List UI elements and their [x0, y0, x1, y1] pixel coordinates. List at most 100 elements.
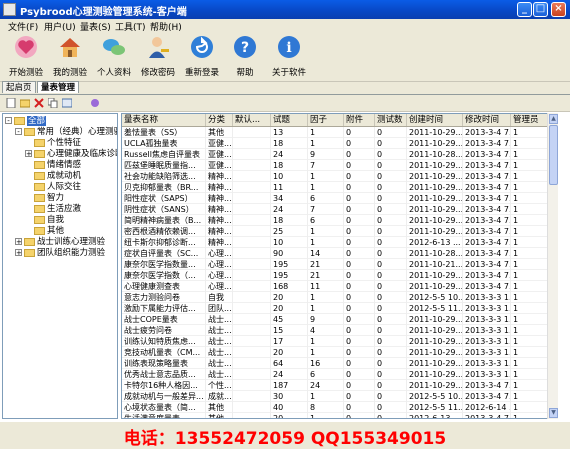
- minimize-button[interactable]: _: [517, 2, 532, 17]
- table-row[interactable]: Russell焦虑自评量表 亚健... 24 9 0 0 2011-10-28... 2013…: [122, 149, 557, 160]
- table-row[interactable]: 心境状态量表（简... 其他 40 8 0 0 2012-5-5 11... 2012-6-1…: [122, 402, 557, 413]
- tab-start-page[interactable]: 起启页: [2, 81, 36, 93]
- tree-node-stress[interactable]: 生活应激: [34, 204, 81, 215]
- column-header[interactable]: 因子: [308, 114, 344, 126]
- folder-icon: [24, 237, 35, 246]
- tree-node-soldier[interactable]: + 战士训练心理测验: [15, 237, 105, 248]
- table-row[interactable]: 简明精神病量表（B... 精神... 18 6 0 0 2011-10-29... 2013-…: [122, 215, 557, 226]
- table-cell: 2013-3-4 7...: [465, 281, 511, 292]
- tree-node-interpersonal[interactable]: 人际交往: [34, 182, 81, 193]
- column-header[interactable]: 试题: [271, 114, 308, 126]
- table-cell: 2011-10-28...: [409, 149, 463, 160]
- table-row[interactable]: 卡特尔16种人格因... 个性... 187 24 0 0 2011-10-29... 201…: [122, 380, 557, 391]
- table-cell: 34: [271, 193, 308, 204]
- table-row[interactable]: 意志力测验问卷自我201002012-5-5 10...2013-3-3 1..…: [122, 292, 557, 303]
- table-cell: 18: [271, 160, 308, 171]
- table-cell: 2011-10-21...: [409, 259, 463, 270]
- table-cell: 亚健...: [208, 138, 233, 149]
- table-row[interactable]: 密西根酒精依赖调... 精神... 25 1 0 0 2011-10-29... 2013-3…: [122, 226, 557, 237]
- table-row[interactable]: 纽卡斯尔抑郁诊断... 精神... 10 1 0 0 2012-6-13 ... 2013-3…: [122, 237, 557, 248]
- scroll-up-icon[interactable]: ▲: [549, 114, 558, 124]
- table-cell: 0: [375, 402, 407, 413]
- table-cell: 9: [308, 314, 344, 325]
- delete-icon[interactable]: [34, 98, 44, 108]
- table-row[interactable]: 匹兹堡睡眠质量指... 亚健... 18 7 0 0 2011-10-29... 2013-3…: [122, 160, 557, 171]
- tree-node-all[interactable]: - 全部: [5, 116, 47, 127]
- table-row[interactable]: 康奈尔医学指数（... 心理... 195 21 0 0 2011-10-29... 2013…: [122, 270, 557, 281]
- table-cell: 2011-10-29...: [409, 204, 463, 215]
- expand-icon[interactable]: +: [25, 150, 32, 158]
- new-icon[interactable]: [6, 98, 16, 108]
- table-cell: [233, 281, 271, 292]
- table-row[interactable]: 训练表现策略量表 战士... 64 16 0 0 2011-10-29... 2013-3-3…: [122, 358, 557, 369]
- table-cell: 心理...: [208, 281, 233, 292]
- table-row[interactable]: 训练认知特质焦虑... 战士... 17 1 0 0 2011-10-29... 2013-3…: [122, 336, 557, 347]
- table-row[interactable]: 症状自评量表（SC... 心理... 90 14 0 0 2011-10-28... 2013…: [122, 248, 557, 259]
- tree-node-personality[interactable]: 个性特征: [34, 138, 81, 149]
- close-button[interactable]: ×: [551, 2, 566, 17]
- list-icon[interactable]: [62, 98, 72, 108]
- menu-scale[interactable]: 量表(S): [80, 20, 111, 33]
- table-cell: 2013-3-4 7...: [465, 391, 511, 402]
- tab-strip: 起启页 量表管理: [0, 81, 570, 94]
- menu-user[interactable]: 用户(U): [44, 20, 76, 33]
- table-row[interactable]: 战士COPE量表 战士... 45 9 0 0 2011-10-29... 2013-3-3 …: [122, 314, 557, 325]
- about-button[interactable]: i 关于软件: [265, 35, 313, 79]
- table-cell: 战士COPE量表: [122, 314, 206, 325]
- settings-icon[interactable]: [90, 98, 100, 108]
- collapse-icon[interactable]: -: [15, 128, 22, 136]
- column-header[interactable]: 附件: [344, 114, 375, 126]
- table-row[interactable]: 阳性症状（SAPS） 精神... 34 6 0 0 2011-10-29... 2013-3-…: [122, 193, 557, 204]
- tab-scale-management[interactable]: 量表管理: [37, 81, 79, 93]
- table-row[interactable]: UCLA孤独量表 亚健... 18 1 0 0 2011-10-29... 2013-3-4 …: [122, 138, 557, 149]
- expand-icon[interactable]: +: [15, 238, 22, 246]
- about-label: 关于软件: [271, 68, 306, 78]
- column-header[interactable]: 分类: [206, 114, 233, 126]
- table-row[interactable]: 竞技动机量表（CM... 战士... 20 1 0 0 2011-10-29... 2013-…: [122, 347, 557, 358]
- column-header[interactable]: 测试数: [375, 114, 407, 126]
- table-cell: 精神...: [208, 193, 233, 204]
- column-header[interactable]: 管理员: [511, 114, 548, 126]
- collapse-icon[interactable]: -: [5, 117, 12, 125]
- tree-node-intelligence[interactable]: 智力: [34, 193, 64, 204]
- table-row[interactable]: 生活满意度量表其他201002012-6-13 ...2013-3-4 7...…: [122, 413, 557, 418]
- table-row[interactable]: 心理健康测查表 心理... 168 11 0 0 2011-10-29... 2013-3-4…: [122, 281, 557, 292]
- table-cell: [233, 127, 271, 138]
- folder-icon: [34, 138, 45, 147]
- menu-help[interactable]: 帮助(H): [150, 20, 182, 33]
- expand-icon[interactable]: +: [15, 249, 22, 257]
- table-cell: 2013-3-3 1...: [465, 325, 511, 336]
- table-row[interactable]: 社会功能缺陷筛选... 精神... 10 1 0 0 2011-10-29... 2013-3…: [122, 171, 557, 182]
- folder-icon: [34, 149, 45, 158]
- table-row[interactable]: 激励下属能力评估... 团队... 20 1 0 0 2012-5-5 11... 2013-…: [122, 303, 557, 314]
- table-cell: 1: [308, 347, 344, 358]
- table-row[interactable]: 战士疲劳问卷 战士... 15 4 0 0 2011-10-29... 2013-3-3 1.…: [122, 325, 557, 336]
- vertical-scrollbar[interactable]: ▲ ▼: [547, 113, 558, 419]
- tree-node-emotion[interactable]: 情绪情感: [34, 160, 81, 171]
- menu-tools[interactable]: 工具(T): [115, 20, 146, 33]
- column-header[interactable]: 修改时间: [463, 114, 511, 126]
- table-row[interactable]: 羞怯量表（SS）其他131002011-10-29...2013-3-4 7..…: [122, 127, 557, 138]
- copy-icon[interactable]: [48, 98, 58, 108]
- tree-node-mental-health[interactable]: + 心理健康及临床诊断: [25, 149, 117, 160]
- tree-node-other[interactable]: 其他: [34, 226, 64, 237]
- tree-node-team[interactable]: + 团队组织能力测验: [15, 248, 105, 259]
- edit-icon[interactable]: [20, 98, 30, 108]
- table-row[interactable]: 贝克抑郁量表（BR... 精神... 11 1 0 0 2011-10-29... 2013-…: [122, 182, 557, 193]
- column-header[interactable]: 创建时间: [407, 114, 463, 126]
- column-header[interactable]: 量表名称: [122, 114, 206, 126]
- tree-node-classic[interactable]: - 常用（经典）心理测验: [15, 127, 117, 138]
- table-row[interactable]: 康奈尔医学指数量... 心理... 195 21 0 0 2011-10-21... 2013…: [122, 259, 557, 270]
- scroll-thumb[interactable]: [549, 125, 558, 185]
- menu-file[interactable]: 文件(F): [8, 20, 38, 33]
- scroll-down-icon[interactable]: ▼: [549, 408, 558, 418]
- tree-node-self[interactable]: 自我: [34, 215, 64, 226]
- table-row[interactable]: 阴性症状（SANS） 精神... 24 7 0 0 2011-10-29... 2013-3-…: [122, 204, 557, 215]
- column-header[interactable]: 默认...: [233, 114, 271, 126]
- maximize-button[interactable]: □: [533, 2, 548, 17]
- tree-node-achievement[interactable]: 成就动机: [34, 171, 81, 182]
- table-cell: 0: [375, 127, 407, 138]
- table-row[interactable]: 成就动机与一般差异... 成就... 30 1 0 0 2012-5-5 10... 2013…: [122, 391, 557, 402]
- title-bar: Psybrood心理测验管理系统-客户端 _ □ ×: [0, 0, 570, 19]
- table-row[interactable]: 优秀战士意志品质... 战士... 24 6 0 0 2011-10-29... 2013-3…: [122, 369, 557, 380]
